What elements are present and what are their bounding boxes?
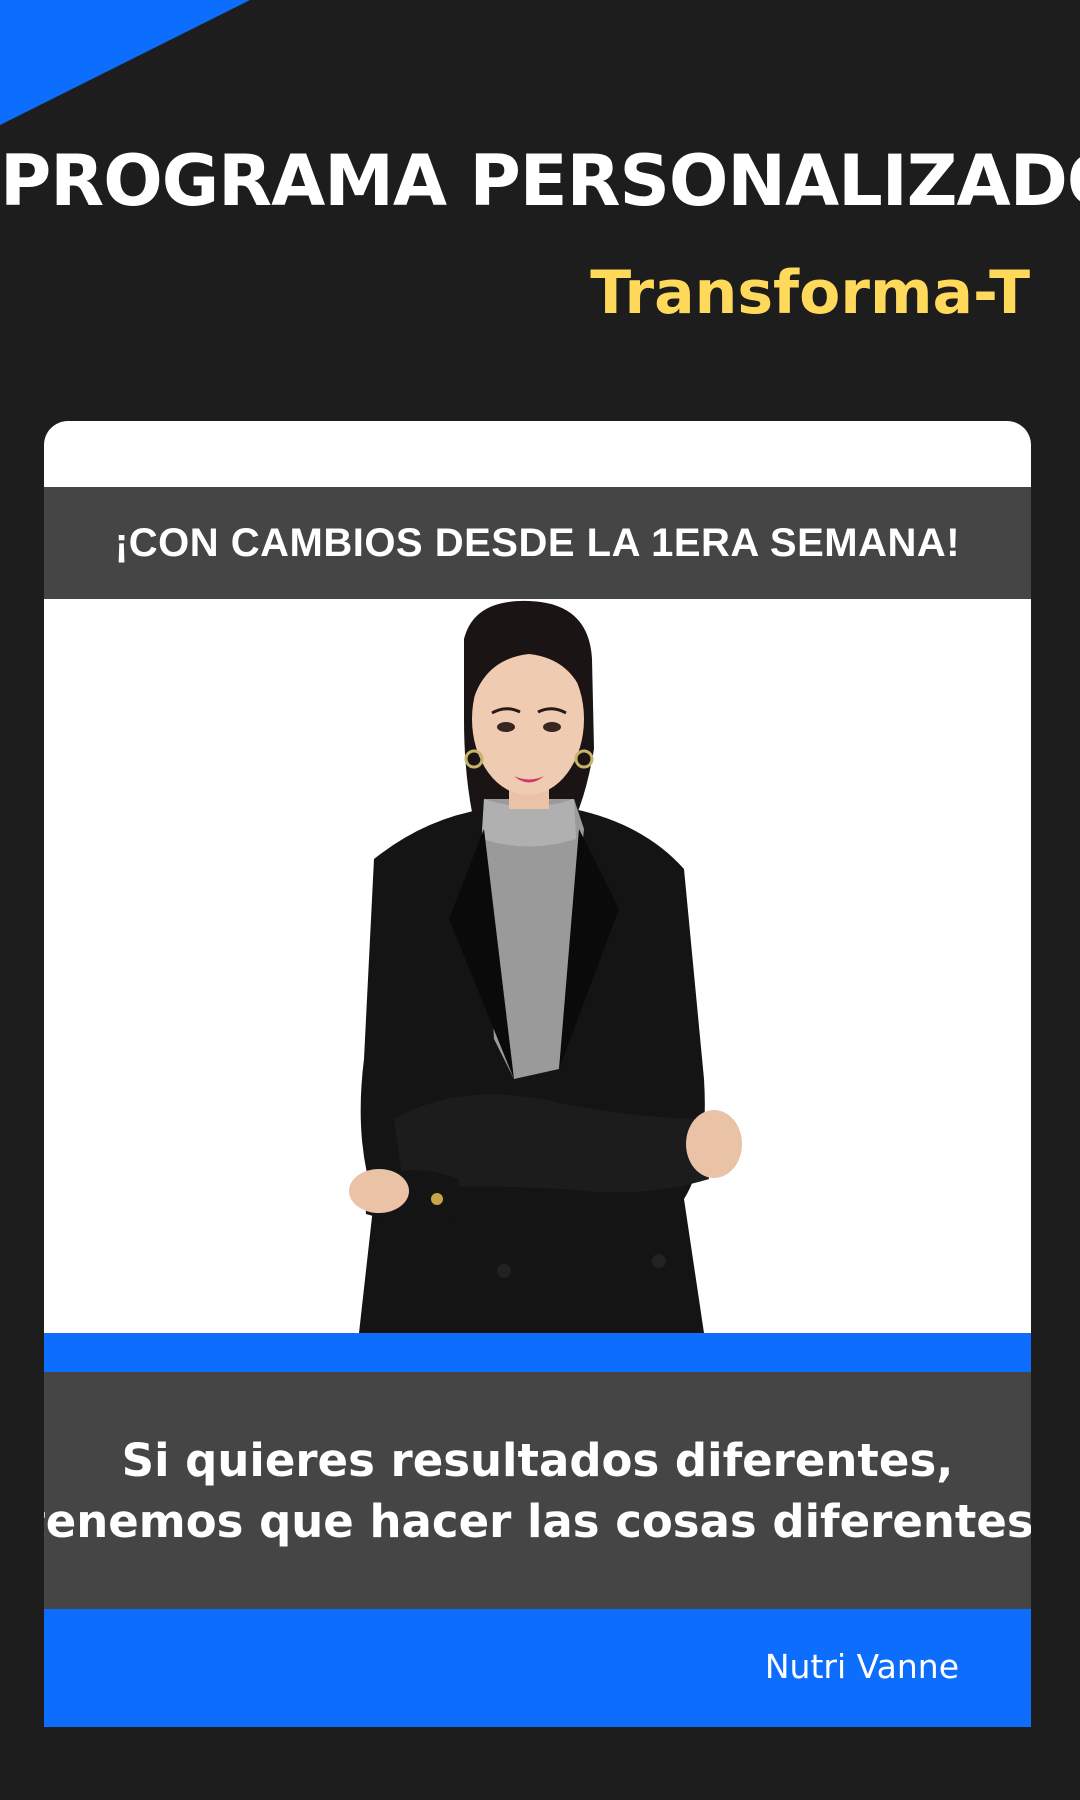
program-subtitle: Transforma-T <box>590 258 1030 328</box>
portrait-photo <box>44 599 1031 1333</box>
tagline-band: ¡CON CAMBIOS DESDE LA 1ERA SEMANA! <box>44 487 1031 599</box>
tagline-text: ¡CON CAMBIOS DESDE LA 1ERA SEMANA! <box>114 520 961 565</box>
brand-name: Nutri Vanne <box>764 1647 959 1686</box>
corner-accent <box>0 0 250 125</box>
footer-band: Nutri Vanne <box>44 1609 1031 1727</box>
quote-line-1: Si quieres resultados diferentes, <box>121 1433 954 1487</box>
page-title: PROGRAMA PERSONALIZADO <box>0 140 1080 222</box>
woman-portrait-illustration <box>349 600 742 1333</box>
quote-line-2: tenemos que hacer las cosas diferentes. <box>44 1494 1031 1548</box>
blue-divider <box>44 1333 1031 1372</box>
promo-card: ¡CON CAMBIOS DESDE LA 1ERA SEMANA! Si qu… <box>44 421 1031 1727</box>
quote-band: Si quieres resultados diferentes, tenemo… <box>44 1372 1031 1609</box>
